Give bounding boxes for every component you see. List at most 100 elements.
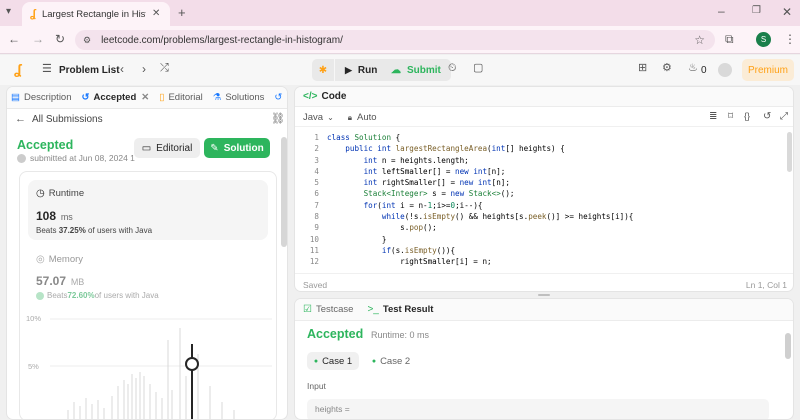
runtime-beats: Beats 37.25% of users with Java [36,226,152,235]
solution-button[interactable]: ✎ Solution [204,138,270,158]
settings-gear-icon[interactable]: ⚙ [662,63,672,74]
result-scrollbar[interactable] [785,333,791,359]
streak-fire-icon[interactable]: ♨ [688,63,698,74]
extensions-icon[interactable]: ⧉ [725,33,734,45]
case-1-button[interactable]: ● Case 1 [307,352,359,370]
memory-beats-pct: 72.60% [67,291,95,300]
code-editor[interactable]: 1 class Solution { 2 public int largestRe… [295,132,787,268]
leetcode-logo-icon[interactable]: ʆ [14,61,22,77]
format-icon[interactable]: ≣ [709,112,717,122]
code-scrollbar[interactable] [787,132,792,172]
prev-problem-icon[interactable]: ‹ [120,63,124,75]
runtime-title: Runtime [48,188,85,199]
editorial-button[interactable]: ▭ Editorial [134,138,200,158]
profile-avatar[interactable]: S [756,32,771,47]
app-header: ʆ ☰ Problem List ‹ › ⤮ ✱ ▶ Run ☁ Submit … [0,55,800,85]
run-label: Run [357,64,378,76]
streak-count: 0 [701,65,707,76]
code-line: 4 int leftSmaller[] = new int[n]; [314,166,506,176]
memory-badge-icon [36,291,44,300]
tab-editorial-label: Editorial [168,92,203,103]
language-select[interactable]: Java ⌄ [303,112,334,123]
tab-solutions[interactable]: ⚗ Solutions [213,92,265,103]
case-1-label: Case 1 [322,355,353,367]
restore-icon[interactable]: ❐ [752,6,761,16]
runtime-beats-suffix: of users with Java [85,226,153,235]
forward-icon[interactable]: → [32,33,44,45]
tab-description[interactable]: ▤ Description [11,92,72,103]
tab-description-label: Description [23,92,72,103]
bookmark-star-icon[interactable]: ☆ [694,34,705,46]
code-line: 11 if(s.isEmpty()){ [309,245,456,255]
tab-close-icon[interactable]: ✕ [152,9,160,19]
window-close-icon[interactable]: ✕ [782,6,792,18]
memory-card[interactable]: ◎ Memory 57.07 MB Beats 72.60% of users … [28,248,268,308]
minimize-icon[interactable]: – [718,5,725,17]
memory-chip-icon: ◎ [36,254,45,265]
submit-button[interactable]: ☁ Submit [381,59,451,81]
reload-icon[interactable]: ↻ [55,33,65,45]
left-tabs: ▤ Description ↺ Accepted ✕ ▯ Editorial ⚗… [7,87,287,109]
code-line: 10 } [309,234,387,244]
premium-button[interactable]: Premium [742,59,794,81]
leetcode-favicon-icon: ʆ [30,8,36,20]
timer-icon[interactable]: ⏲ [448,63,457,74]
result-status: Accepted [307,327,364,341]
tab-search-icon[interactable]: ▾ [6,7,11,17]
debug-button[interactable]: ✱ [312,59,334,81]
terminal-icon: >_ [367,304,379,315]
arrow-left-icon: ← [15,113,26,125]
user-avatar[interactable] [718,63,732,77]
code-line: 5 int rightSmaller[] = new int[n]; [314,178,510,188]
next-problem-icon[interactable]: › [142,63,146,75]
url-text: leetcode.com/problems/largest-rectangle-… [101,34,343,46]
problem-list-label[interactable]: Problem List [59,65,120,76]
submission-status: Accepted [17,138,74,152]
new-tab-icon[interactable]: + [178,6,186,19]
panel-splitter-handle[interactable] [538,294,550,296]
auto-mode[interactable]: 🔒︎ Auto [348,112,377,123]
problem-list-icon[interactable]: ☰ [42,64,52,75]
chevron-down-icon: ⌄ [327,113,334,122]
tab-close-icon[interactable]: ✕ [141,92,149,103]
checkbox-icon: ☑ [303,304,312,315]
shuffle-icon[interactable]: ⤮ [160,63,169,74]
tab-accepted[interactable]: ↺ Accepted ✕ [82,92,150,103]
tab-editorial[interactable]: ▯ Editorial [159,92,203,103]
submissions-history-icon[interactable]: ↺ [274,92,282,103]
link-icon[interactable]: ⛓ [271,112,285,125]
code-line: 3 int n = heights.length; [314,155,469,165]
braces-icon[interactable]: {} [744,112,750,121]
tab-test-result[interactable]: >_ Test Result [367,304,433,315]
tab-testcase[interactable]: ☑ Testcase [303,304,353,315]
memory-beats: Beats 72.60% of users with Java [36,291,159,300]
cursor-position: Ln 1, Col 1 [745,280,787,290]
distribution-bars [50,318,272,419]
browser-tab[interactable]: ʆ Largest Rectangle in Histogram ✕ [22,2,170,26]
bookmark-icon[interactable]: ⌑ [728,112,733,122]
layout-grid-icon[interactable]: ⊞ [638,63,647,74]
notes-icon[interactable]: ▢ [473,63,483,74]
lock-icon: 🔒︎ [347,112,353,122]
input-box[interactable]: heights = [307,399,769,419]
case-2-button[interactable]: ● Case 2 [365,352,417,370]
reset-icon[interactable]: ↺ [763,112,771,122]
fullscreen-icon[interactable]: ⤢ [780,112,788,122]
back-icon[interactable]: ← [8,33,20,45]
site-info-icon[interactable]: ⚙ [83,35,91,45]
run-button[interactable]: ▶ Run [335,59,388,81]
history-icon: ↺ [81,92,90,103]
memory-title: Memory [48,254,84,265]
browser-menu-icon[interactable]: ⋮ [784,33,796,45]
all-submissions-link[interactable]: ← All Submissions [15,113,103,125]
code-panel: </> Code Java ⌄ 🔒︎ Auto ≣ ⌑ {} ↺ ⤢ 1 clas… [294,86,794,292]
tab-test-result-label: Test Result [382,304,434,315]
runtime-card[interactable]: ◷ Runtime 108 ms Beats 37.25% of users w… [28,180,268,240]
left-scrollbar[interactable] [281,137,287,247]
address-bar[interactable]: ⚙ leetcode.com/problems/largest-rectangl… [75,30,715,50]
distribution-chart[interactable]: 10% 5% [20,314,276,419]
editorial-button-label: Editorial [156,142,193,154]
code-brackets-icon: </> [303,91,318,102]
stats-container: ◷ Runtime 108 ms Beats 37.25% of users w… [19,171,277,419]
clock-icon: ◷ [36,188,45,199]
